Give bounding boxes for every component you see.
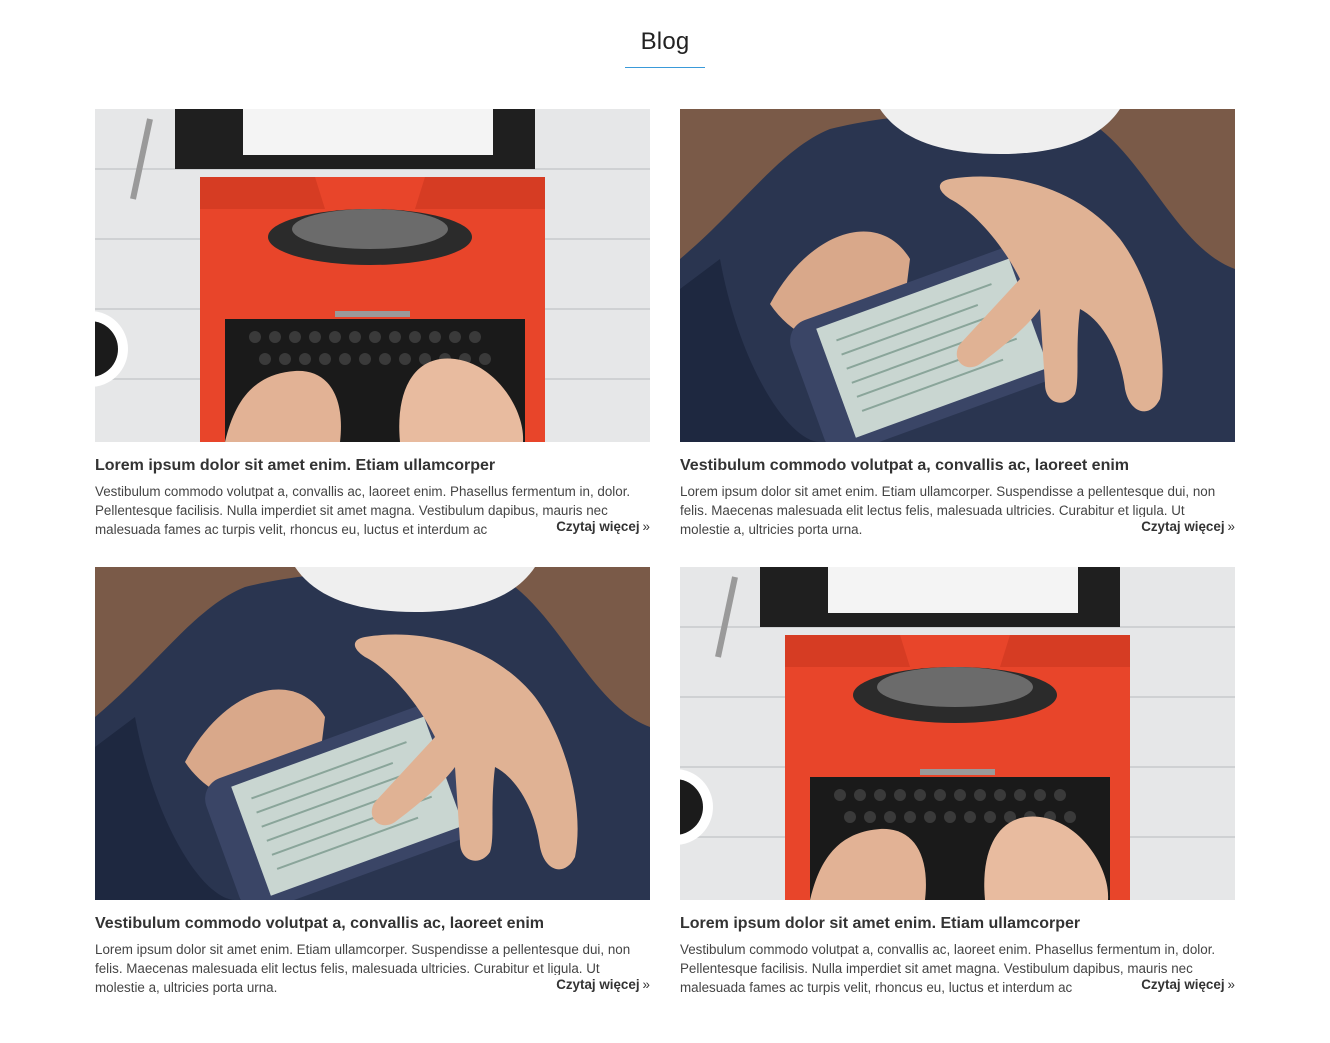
post-excerpt-container: Lorem ipsum dolor sit amet enim. Etiam u… xyxy=(680,482,1235,539)
post-image-smartphone[interactable] xyxy=(95,567,650,900)
post-title[interactable]: Vestibulum commodo volutpat a, convallis… xyxy=(95,913,650,935)
blog-post-card: Lorem ipsum dolor sit amet enim. Etiam u… xyxy=(95,109,650,539)
title-underline xyxy=(625,67,705,68)
read-more-label: Czytaj więcej xyxy=(1141,519,1225,534)
blog-post-card: Vestibulum commodo volutpat a, convallis… xyxy=(95,567,650,997)
post-excerpt-container: Vestibulum commodo volutpat a, convallis… xyxy=(680,940,1235,997)
read-more-link[interactable]: Czytaj więcej» xyxy=(512,517,650,536)
double-chevron-right-icon: » xyxy=(1227,977,1235,992)
blog-post-card: Vestibulum commodo volutpat a, convallis… xyxy=(680,109,1235,539)
double-chevron-right-icon: » xyxy=(1227,519,1235,534)
read-more-link[interactable]: Czytaj więcej» xyxy=(512,975,650,994)
post-title[interactable]: Lorem ipsum dolor sit amet enim. Etiam u… xyxy=(95,455,650,477)
read-more-link[interactable]: Czytaj więcej» xyxy=(1097,975,1235,994)
read-more-label: Czytaj więcej xyxy=(556,977,640,992)
post-title[interactable]: Lorem ipsum dolor sit amet enim. Etiam u… xyxy=(680,913,1235,935)
post-title[interactable]: Vestibulum commodo volutpat a, convallis… xyxy=(680,455,1235,477)
read-more-label: Czytaj więcej xyxy=(1141,977,1225,992)
double-chevron-right-icon: » xyxy=(642,519,650,534)
read-more-link[interactable]: Czytaj więcej» xyxy=(1097,517,1235,536)
post-excerpt-container: Vestibulum commodo volutpat a, convallis… xyxy=(95,482,650,539)
double-chevron-right-icon: » xyxy=(642,977,650,992)
read-more-label: Czytaj więcej xyxy=(556,519,640,534)
post-image-smartphone[interactable] xyxy=(680,109,1235,442)
page-title: Blog xyxy=(640,28,690,55)
post-image-typewriter[interactable] xyxy=(95,109,650,442)
page-header: Blog xyxy=(0,26,1330,68)
blog-grid: Lorem ipsum dolor sit amet enim. Etiam u… xyxy=(95,109,1235,997)
post-excerpt-container: Lorem ipsum dolor sit amet enim. Etiam u… xyxy=(95,940,650,997)
post-image-typewriter[interactable] xyxy=(680,567,1235,900)
blog-post-card: Lorem ipsum dolor sit amet enim. Etiam u… xyxy=(680,567,1235,997)
